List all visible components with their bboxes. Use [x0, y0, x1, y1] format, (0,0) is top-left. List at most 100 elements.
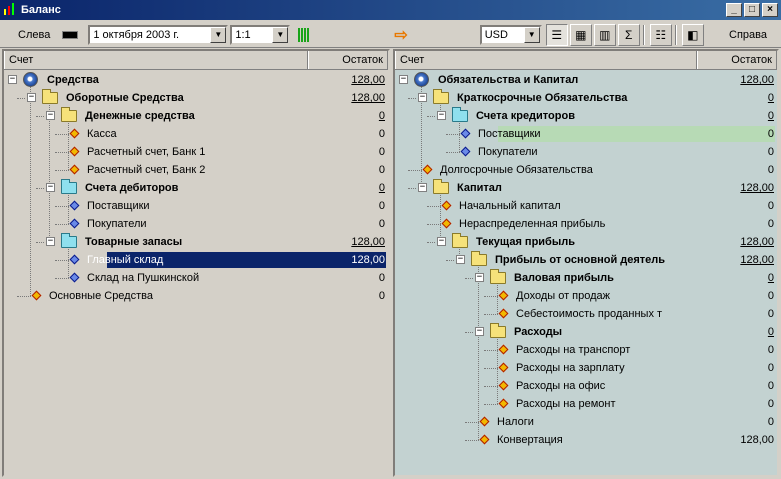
account-name: Счета кредиторов: [476, 110, 575, 122]
account-balance: 0: [378, 164, 385, 176]
collapse-toggle-icon[interactable]: −: [46, 111, 55, 120]
sum-icon[interactable]: Σ: [617, 23, 640, 46]
chevron-down-icon[interactable]: ▼: [523, 26, 540, 43]
tree-row[interactable]: − Краткосрочные Обязательства 0: [395, 89, 777, 107]
tree-row[interactable]: − Обязательства и Капитал 128,00: [395, 71, 777, 89]
collapse-toggle-icon[interactable]: −: [475, 273, 484, 282]
globe-icon: [414, 72, 429, 87]
tree-row[interactable]: Расходы на транспорт 0: [395, 341, 777, 359]
folder-icon: [490, 323, 506, 338]
tree-row[interactable]: Расчетный счет, Банк 2 0: [4, 161, 388, 179]
tree-connector: [55, 206, 69, 207]
account-diamond-icon: [498, 380, 509, 391]
tree-row[interactable]: Расходы на зарплату 0: [395, 359, 777, 377]
tree-connector: [446, 260, 454, 261]
collapse-toggle-icon[interactable]: −: [437, 111, 446, 120]
left-pane: Счет Остаток − Средства 128,00 − Оборотные С…: [2, 49, 390, 477]
account-diamond-icon: [69, 272, 80, 283]
tree-row[interactable]: Конвертация 128,00: [395, 431, 777, 449]
account-balance: 0: [767, 416, 774, 428]
tree-row[interactable]: Поставщики 0: [395, 125, 777, 143]
tree-row[interactable]: Покупатели 0: [4, 215, 388, 233]
checklist-icon[interactable]: ☷: [649, 23, 672, 46]
tree-row[interactable]: − Валовая прибыль 0: [395, 269, 777, 287]
folder-icon: [490, 269, 506, 284]
tree-connector: [408, 98, 416, 99]
collapse-toggle-icon[interactable]: −: [46, 237, 55, 246]
toolbar-separator: [642, 24, 645, 45]
col-account-header[interactable]: Счет: [395, 51, 697, 69]
tree-row[interactable]: Основные Средства 0: [4, 287, 388, 305]
col-balance-header[interactable]: Остаток: [308, 51, 388, 69]
collapse-toggle-icon[interactable]: −: [46, 183, 55, 192]
account-name: Начальный капитал: [459, 200, 561, 212]
tree-row[interactable]: − Прибыль от основной деятель 128,00: [395, 251, 777, 269]
toolbar-separator: [674, 24, 677, 45]
close-button[interactable]: ×: [762, 3, 778, 17]
account-balance: 0: [767, 218, 774, 230]
tree-row[interactable]: Касса 0: [4, 125, 388, 143]
tree-row[interactable]: − Счета кредиторов 0: [395, 107, 777, 125]
collapse-toggle-icon[interactable]: −: [418, 93, 427, 102]
scale-select[interactable]: 1:1 ▼: [230, 24, 291, 45]
folder-icon: [61, 179, 77, 194]
tree-row[interactable]: Доходы от продаж 0: [395, 287, 777, 305]
account-name: Счета дебиторов: [85, 182, 179, 194]
tree-row[interactable]: Расходы на ремонт 0: [395, 395, 777, 413]
account-name: Доходы от продаж: [516, 290, 611, 302]
tree-row[interactable]: − Товарные запасы 128,00: [4, 233, 388, 251]
chevron-down-icon[interactable]: ▼: [210, 26, 227, 43]
account-name: Товарные запасы: [85, 236, 183, 248]
panel-icon[interactable]: ◧: [681, 23, 704, 46]
collapse-toggle-icon[interactable]: −: [437, 237, 446, 246]
tree-row[interactable]: Себестоимость проданных т 0: [395, 305, 777, 323]
collapse-toggle-icon[interactable]: −: [475, 327, 484, 336]
color-swatch[interactable]: [62, 30, 79, 39]
tree-row[interactable]: − Капитал 128,00: [395, 179, 777, 197]
tree-row[interactable]: Нераспределенная прибыль 0: [395, 215, 777, 233]
collapse-toggle-icon[interactable]: −: [27, 93, 36, 102]
account-balance: 0: [378, 218, 385, 230]
tree-row[interactable]: − Расходы 0: [395, 323, 777, 341]
tree-row[interactable]: Поставщики 0: [4, 197, 388, 215]
account-name: Обязательства и Капитал: [438, 74, 579, 86]
tree-connector: [17, 98, 25, 99]
collapse-toggle-icon[interactable]: −: [456, 255, 465, 264]
account-diamond-icon: [69, 128, 80, 139]
grid-view-icon[interactable]: ▦: [569, 23, 592, 46]
tree-row[interactable]: Покупатели 0: [395, 143, 777, 161]
tree-row[interactable]: − Текущая прибыль 128,00: [395, 233, 777, 251]
collapse-toggle-icon[interactable]: −: [8, 75, 17, 84]
tree-view-icon[interactable]: ☰: [545, 23, 568, 46]
account-name: Краткосрочные Обязательства: [457, 92, 628, 104]
chevron-down-icon[interactable]: ▼: [272, 26, 289, 43]
collapse-toggle-icon[interactable]: −: [399, 75, 408, 84]
tree-connector: [17, 296, 31, 297]
arrow-right-icon[interactable]: ⇨: [394, 25, 407, 45]
columns-icon[interactable]: ▥: [593, 23, 616, 46]
minimize-button[interactable]: _: [726, 3, 742, 17]
tree-row[interactable]: Расчетный счет, Банк 1 0: [4, 143, 388, 161]
account-name: Поставщики: [87, 200, 150, 212]
tree-row[interactable]: Главный склад 128,00: [4, 251, 388, 269]
account-balance: 0: [378, 200, 385, 212]
tree-row[interactable]: − Счета дебиторов 0: [4, 179, 388, 197]
account-balance: 0: [767, 380, 774, 392]
tree-row[interactable]: Расходы на офис 0: [395, 377, 777, 395]
col-balance-header[interactable]: Остаток: [697, 51, 777, 69]
tree-row[interactable]: Начальный капитал 0: [395, 197, 777, 215]
currency-select[interactable]: USD ▼: [479, 24, 542, 45]
tree-row[interactable]: − Оборотные Средства 128,00: [4, 89, 388, 107]
account-name: Основные Средства: [49, 290, 153, 302]
collapse-toggle-icon[interactable]: −: [418, 183, 427, 192]
tree-connector: [55, 152, 69, 153]
bars-icon[interactable]: [298, 27, 310, 42]
tree-row[interactable]: − Денежные средства 0: [4, 107, 388, 125]
maximize-button[interactable]: □: [744, 3, 760, 17]
date-picker[interactable]: 1 октября 2003 г. ▼: [88, 24, 229, 45]
tree-row[interactable]: Налоги 0: [395, 413, 777, 431]
tree-row[interactable]: Долгосрочные Обязательства 0: [395, 161, 777, 179]
tree-row[interactable]: Склад на Пушкинской 0: [4, 269, 388, 287]
tree-row[interactable]: − Средства 128,00: [4, 71, 388, 89]
col-account-header[interactable]: Счет: [4, 51, 308, 69]
